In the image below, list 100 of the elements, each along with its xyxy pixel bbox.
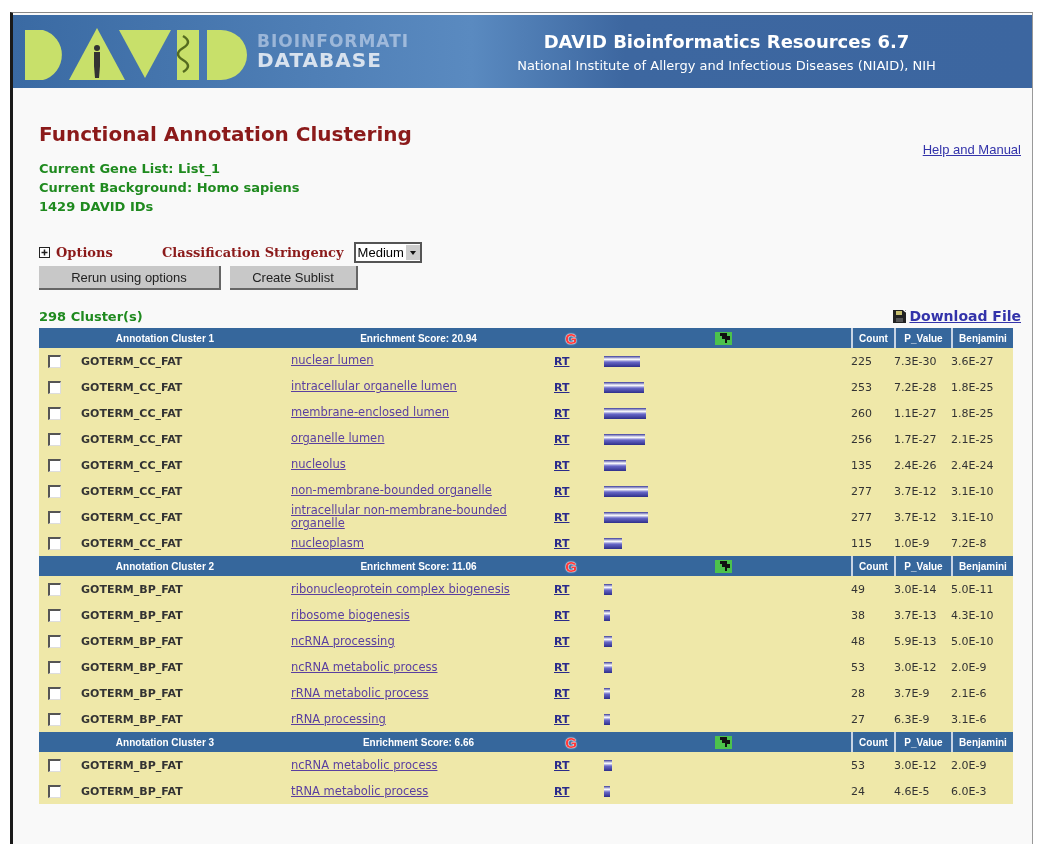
term-link[interactable]: ncRNA metabolic process [291,758,438,773]
p-value-cell-text: 1.7E-27 [894,432,938,446]
rt-link[interactable]: RT [554,484,570,498]
row-checkbox[interactable] [48,536,61,550]
count-cell-text: 27 [851,712,866,726]
row-checkbox[interactable] [48,458,61,472]
term-link[interactable]: nuclear lumen [291,354,374,368]
gene-list-info: Current Gene List: List_1 [39,161,222,176]
term-link[interactable]: organelle lumen [291,432,385,446]
p-value-cell-text: 2.4E-26 [894,458,938,472]
category-cell-text: GOTERM_CC_FAT [81,484,184,498]
category-cell-text: GOTERM_BP_FAT [81,712,184,726]
category-cell-text: GOTERM_BP_FAT [81,582,184,596]
benjamini-cell-text: 2.1E-6 [951,686,988,700]
rt-link[interactable]: RT [554,784,570,798]
rt-link[interactable]: RT [554,432,570,446]
count-bar [604,583,612,595]
stringency-select[interactable]: Medium [353,242,422,263]
logo-text: DATABASE [257,50,383,70]
row-checkbox[interactable] [48,660,61,674]
count-cell-text: 48 [851,634,866,648]
row-checkbox[interactable] [48,432,61,446]
rt-link[interactable]: RT [554,758,570,772]
count-bar [604,485,649,497]
row-checkbox[interactable] [48,354,61,368]
cluster-count: 298 Cluster(s) [39,308,143,324]
row-checkbox[interactable] [48,510,61,524]
heatmap-icon[interactable] [715,735,732,749]
category-cell-text: GOTERM_BP_FAT [81,758,184,772]
row-checkbox[interactable] [48,686,61,700]
rerun-button[interactable]: Rerun using options [39,266,221,290]
rt-link[interactable]: RT [554,458,570,472]
gene-list-info: 1429 DAVID IDs [39,199,155,214]
column-header: Count [851,732,894,753]
row-checkbox[interactable] [48,484,61,498]
expand-icon[interactable] [39,247,50,258]
category-cell-text: GOTERM_BP_FAT [81,608,184,622]
benjamini-cell-text: 6.0E-3 [951,784,988,798]
page-title: Functional Annotation Clustering [39,122,412,146]
term-link[interactable]: nucleoplasm [291,536,364,551]
term-link[interactable]: non-membrane-bounded organelle [291,484,492,498]
benjamini-cell-text: 2.0E-9 [951,758,988,772]
term-link[interactable]: intracellular non-membrane-bounded organelle [291,504,546,531]
heatmap-icon[interactable] [715,559,732,573]
term-link[interactable]: ribosome biogenesis [291,608,410,623]
benjamini-cell-text: 2.1E-25 [951,432,995,446]
term-link[interactable]: membrane-enclosed lumen [291,406,450,420]
rt-link[interactable]: RT [554,354,570,368]
count-bar [604,661,613,673]
p-value-cell-text: 3.0E-12 [894,660,938,674]
rt-link[interactable]: RT [554,510,570,524]
count-bar [604,381,645,393]
benjamini-cell-text: 3.1E-10 [951,510,995,524]
count-bar [604,433,645,445]
term-link[interactable]: ncRNA processing [291,634,395,649]
term-link[interactable]: ribonucleoprotein complex biogenesis [291,582,510,597]
enrichment-score: Enrichment Score: 20.94 [359,331,478,346]
row-checkbox[interactable] [48,582,61,596]
term-link[interactable]: ncRNA metabolic process [291,660,438,675]
rt-link[interactable]: RT [554,634,570,648]
count-bar [604,609,611,621]
benjamini-cell-text: 4.3E-10 [951,608,995,622]
term-link[interactable]: nucleolus [291,458,346,472]
column-header: P_Value [894,328,951,348]
rt-link[interactable]: RT [554,608,570,622]
term-link[interactable]: intracellular organelle lumen [291,380,457,394]
row-checkbox[interactable] [48,406,61,420]
row-checkbox[interactable] [48,758,61,772]
benjamini-cell-text: 3.1E-10 [951,484,995,498]
term-link[interactable]: rRNA metabolic process [291,686,429,701]
row-checkbox[interactable] [48,634,61,648]
heatmap-icon[interactable] [715,331,732,345]
category-cell-text: GOTERM_BP_FAT [81,784,184,798]
count-bar [604,407,646,419]
rt-link[interactable]: RT [554,712,570,726]
rt-link[interactable]: RT [554,406,570,420]
rt-link[interactable]: RT [554,380,570,394]
help-link[interactable]: Help and Manual [922,142,1021,157]
rt-link[interactable]: RT [554,582,570,596]
rt-link[interactable]: RT [554,686,570,700]
term-link[interactable]: rRNA processing [291,712,386,727]
column-header: Count [851,328,894,348]
p-value-cell-text: 6.3E-9 [894,712,931,726]
row-checkbox[interactable] [48,784,61,798]
benjamini-cell-text: 7.2E-8 [951,536,988,550]
count-cell-text: 260 [851,406,873,420]
row-checkbox[interactable] [48,608,61,622]
p-value-cell-text: 3.7E-12 [894,510,938,524]
rt-link[interactable]: RT [554,660,570,674]
count-cell-text: 28 [851,686,866,700]
create-sublist-button[interactable]: Create Sublist [230,266,358,290]
download-link[interactable]: Download File [893,308,1021,324]
row-checkbox[interactable] [48,712,61,726]
count-bar [604,537,623,549]
term-link[interactable]: tRNA metabolic process [291,784,429,799]
count-bar [604,459,626,471]
category-cell-text: GOTERM_CC_FAT [81,510,184,524]
options-toggle[interactable]: Options [56,245,156,260]
rt-link[interactable]: RT [554,536,570,550]
row-checkbox[interactable] [48,380,61,394]
